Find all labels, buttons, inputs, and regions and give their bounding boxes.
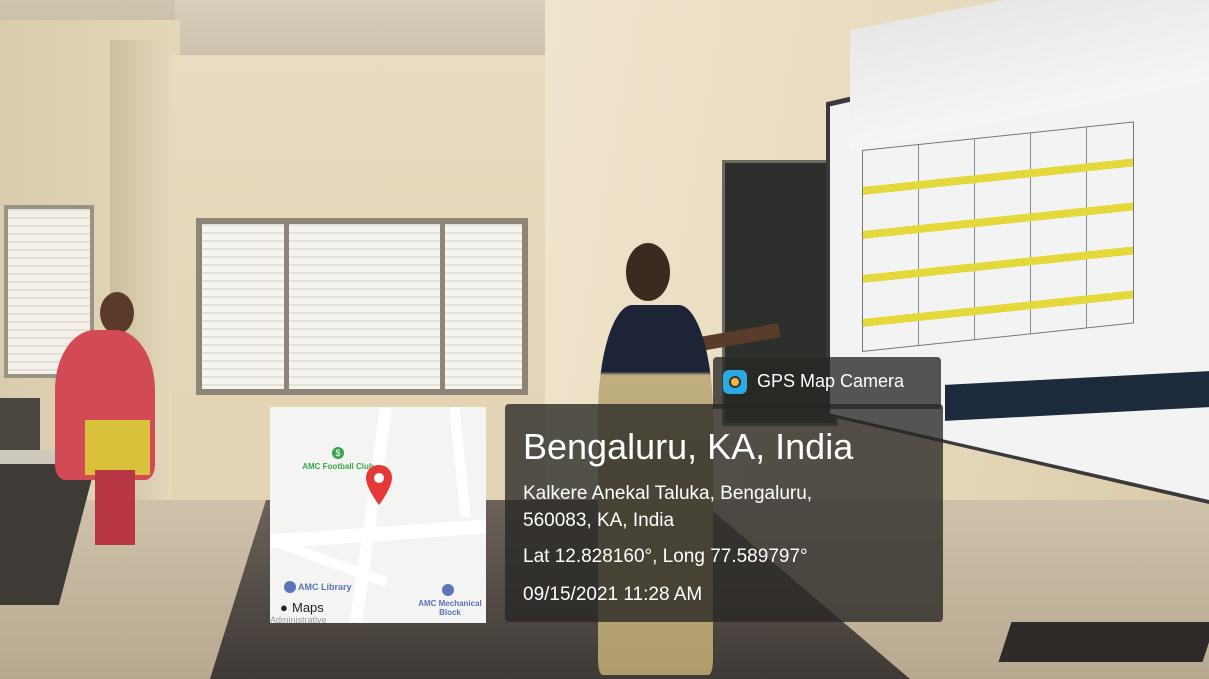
poi-mechanical-label: AMC Mechanical Block: [418, 599, 482, 617]
window-mullion: [440, 224, 445, 389]
location-info-card: Bengaluru, KA, India Kalkere Anekal Talu…: [505, 404, 943, 622]
app-badge: GPS Map Camera: [713, 357, 941, 409]
poi-sports-icon: $: [332, 447, 344, 459]
location-address: Kalkere Anekal Taluka, Bengaluru, 560083…: [523, 480, 933, 534]
apple-logo-icon: ●: [280, 600, 288, 615]
gps-map-camera-icon: [723, 370, 747, 394]
address-line-1: Kalkere Anekal Taluka, Bengaluru,: [523, 483, 813, 504]
map-road: [270, 519, 486, 549]
map-road: [350, 407, 392, 623]
presenter-head: [626, 243, 670, 301]
poi-library-label: AMC Library: [298, 582, 352, 592]
address-line-2: 560083, KA, India: [523, 510, 675, 531]
back-window: [196, 218, 528, 395]
student-head: [100, 292, 134, 334]
poi-admin-label: Administrative: [270, 615, 327, 623]
map-road: [449, 407, 471, 518]
location-title: Bengaluru, KA, India: [523, 426, 854, 467]
projected-spreadsheet-table: [862, 121, 1134, 352]
library-icon: [284, 581, 296, 593]
window-blinds: [202, 224, 522, 389]
student-legs: [95, 470, 135, 545]
classroom-photo: GPS Map Camera $ AMC Football Club AMC L…: [0, 0, 1209, 679]
timestamp: 09/15/2021 11:28 AM: [523, 584, 703, 605]
coordinates: Lat 12.828160°, Long 77.589797°: [523, 546, 808, 567]
map-provider: Maps: [292, 600, 324, 615]
app-name: GPS Map Camera: [757, 371, 905, 391]
map-thumbnail: $ AMC Football Club AMC Library AMC Mech…: [270, 407, 486, 623]
location-pin-icon: [366, 465, 392, 505]
window-mullion: [284, 224, 289, 389]
student-skirt: [85, 420, 150, 475]
table: [998, 622, 1209, 662]
bench: [0, 398, 40, 458]
camera-lens-icon: [729, 376, 741, 388]
building-icon: [442, 584, 454, 596]
